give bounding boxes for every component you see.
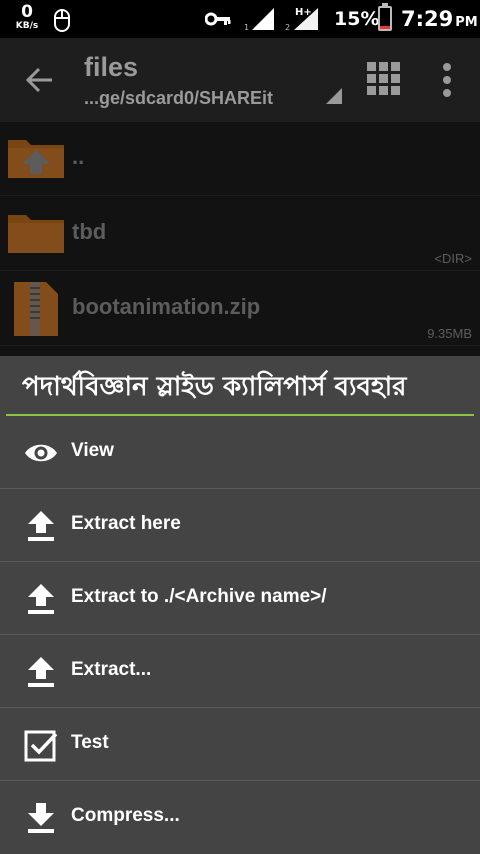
dim-overlay bbox=[0, 122, 480, 362]
dialog-title: পদার্থবিজ্ঞান স্লাইড ক্যালিপার্স ব্যবহার bbox=[22, 372, 407, 402]
upload-icon bbox=[28, 657, 54, 687]
path-breadcrumb[interactable]: ...ge/sdcard0/SHAREit bbox=[84, 88, 273, 109]
menu-item-test[interactable]: Test bbox=[0, 708, 480, 781]
eye-icon bbox=[25, 444, 57, 462]
menu-item-label: Test bbox=[71, 732, 109, 753]
usb-mouse-icon bbox=[54, 9, 70, 32]
more-options-icon[interactable] bbox=[438, 62, 456, 98]
menu-item-view[interactable]: View bbox=[0, 416, 480, 489]
clock: 7:29 PM bbox=[401, 7, 478, 31]
menu-item-extract[interactable]: Extract... bbox=[0, 635, 480, 708]
menu-item-label: Extract to ./<Archive name>/ bbox=[71, 586, 327, 607]
menu-item-extract-to[interactable]: Extract to ./<Archive name>/ bbox=[0, 562, 480, 635]
vpn-key-icon bbox=[205, 12, 231, 26]
network-speed-unit: KB/s bbox=[15, 21, 39, 31]
checkbox-icon bbox=[24, 730, 58, 762]
download-icon bbox=[28, 803, 54, 833]
battery-icon bbox=[378, 3, 392, 31]
menu-item-label: Extract here bbox=[71, 513, 181, 534]
battery-level bbox=[380, 25, 390, 29]
path-dropdown-icon[interactable] bbox=[326, 88, 342, 104]
upload-icon bbox=[28, 584, 54, 614]
battery-percent: 15% bbox=[334, 8, 380, 30]
signal-sim1-icon: 1 bbox=[244, 8, 274, 32]
clock-time: 7:29 bbox=[401, 7, 454, 31]
network-speed: 0 KB/s bbox=[12, 4, 42, 31]
menu-item-label: View bbox=[71, 440, 114, 461]
menu-item-compress[interactable]: Compress... bbox=[0, 781, 480, 854]
app-bar: files ...ge/sdcard0/SHAREit bbox=[0, 38, 480, 122]
back-arrow-icon[interactable] bbox=[24, 64, 56, 96]
sim2-label: 2 bbox=[285, 23, 290, 32]
sim1-label: 1 bbox=[244, 23, 249, 32]
menu-item-extract-here[interactable]: Extract here bbox=[0, 489, 480, 562]
upload-icon bbox=[28, 511, 54, 541]
grid-view-icon[interactable] bbox=[367, 62, 401, 96]
archive-options-dialog: পদার্থবিজ্ঞান স্লাইড ক্যালিপার্স ব্যবহার… bbox=[0, 356, 480, 854]
clock-ampm: PM bbox=[455, 15, 478, 30]
signal-sim2-icon: 2 H+ bbox=[285, 7, 318, 32]
menu-item-label: Extract... bbox=[71, 659, 152, 680]
network-speed-value: 0 bbox=[21, 2, 33, 22]
menu-item-label: Compress... bbox=[71, 805, 180, 826]
status-bar: 0 KB/s 1 2 H+ 15% 7:29 PM bbox=[0, 0, 480, 38]
page-title: files bbox=[84, 52, 139, 82]
